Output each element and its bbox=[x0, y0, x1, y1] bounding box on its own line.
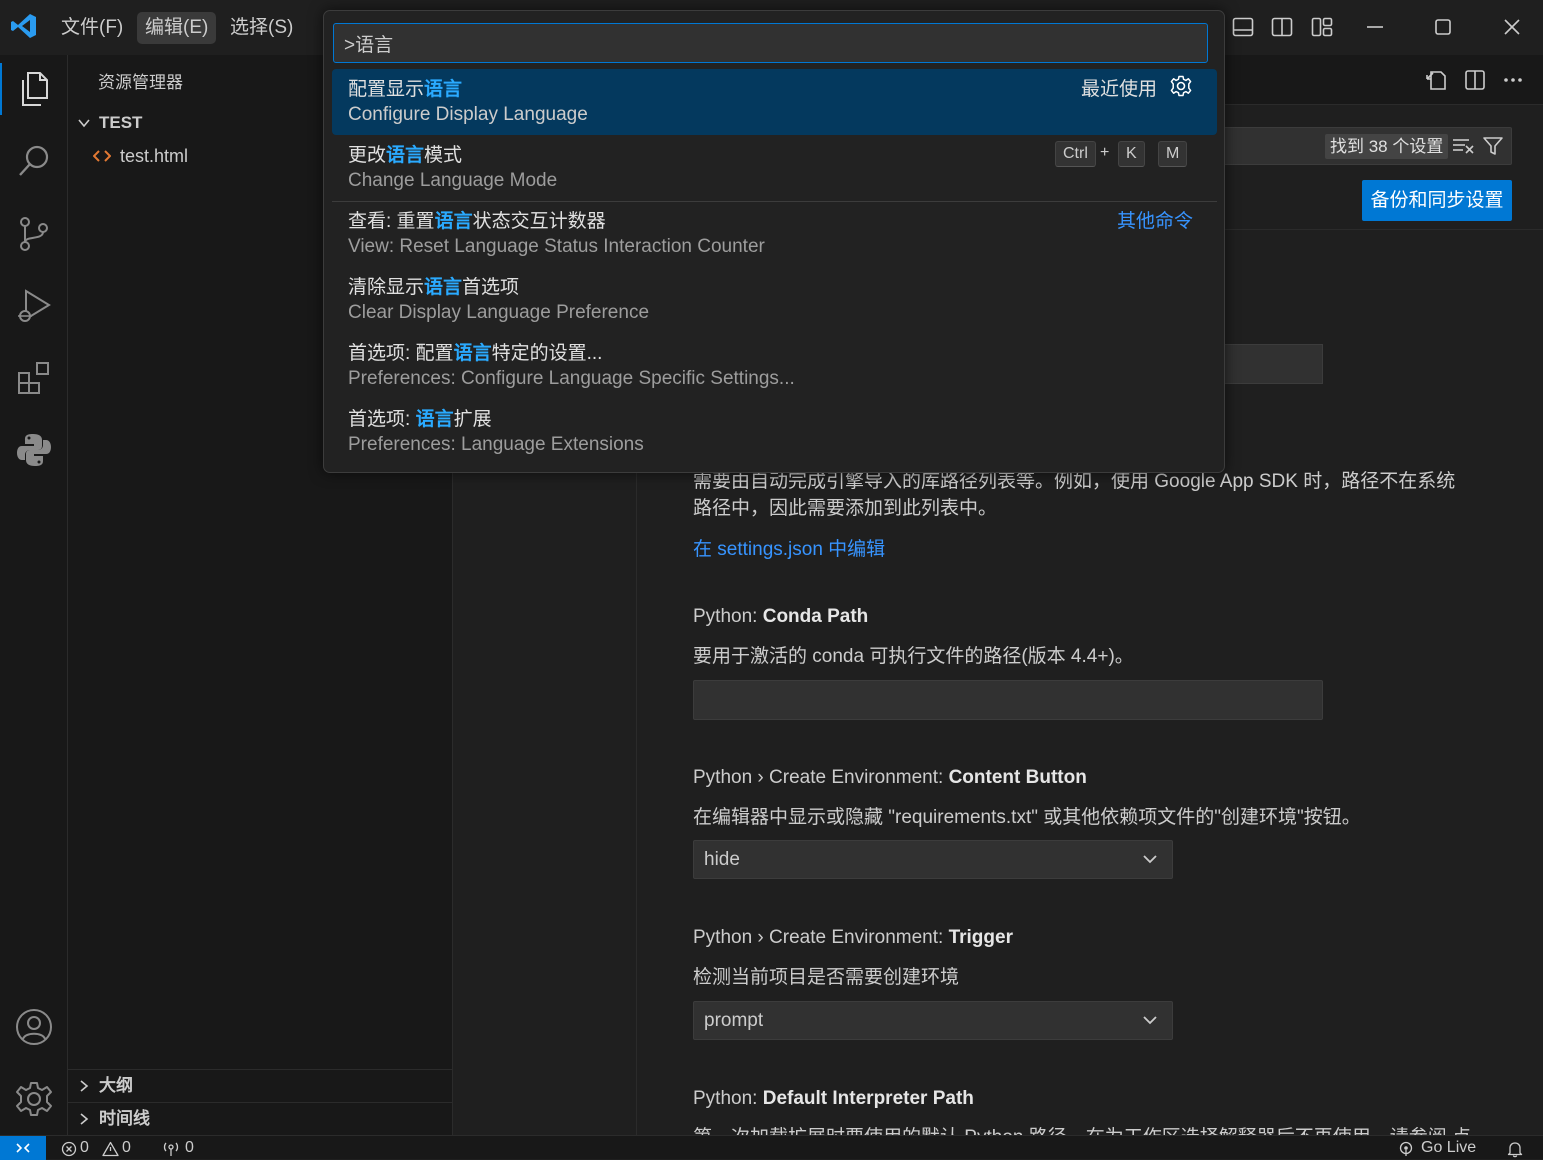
palette-item-label: 更改语言模式 bbox=[348, 145, 463, 166]
extra-paths-input-partial[interactable] bbox=[1215, 344, 1323, 384]
panel-outline-label: 大纲 bbox=[99, 1076, 133, 1095]
sidebar-title: 资源管理器 bbox=[98, 73, 183, 92]
configure-keybinding-gear-icon[interactable] bbox=[1170, 75, 1192, 97]
conda-path-input[interactable] bbox=[693, 680, 1323, 720]
panel-timeline-label: 时间线 bbox=[99, 1109, 150, 1128]
palette-item-configure-display-language[interactable]: 配置显示语言 Configure Display Language 最近使用 bbox=[332, 69, 1217, 135]
palette-item-label: 配置显示语言 bbox=[348, 79, 463, 100]
trigger-title: Python › Create Environment: Trigger bbox=[693, 927, 1013, 948]
palette-item-detail: Clear Display Language Preference bbox=[348, 302, 650, 323]
palette-item-language-specific-settings[interactable]: 首选项: 配置语言特定的设置... Preferences: Configure… bbox=[332, 333, 1217, 399]
palette-item-detail: Configure Display Language bbox=[348, 104, 588, 125]
explorer-icon[interactable] bbox=[12, 67, 56, 111]
panel-timeline[interactable]: 时间线 bbox=[68, 1102, 452, 1134]
extensions-icon[interactable] bbox=[12, 356, 56, 400]
palette-item-label: 首选项: 配置语言特定的设置... bbox=[348, 343, 603, 364]
manage-gear-icon[interactable] bbox=[12, 1077, 56, 1121]
ports-count[interactable]: 0 bbox=[185, 1139, 194, 1157]
clear-filter-icon[interactable] bbox=[1451, 136, 1475, 156]
source-control-icon[interactable] bbox=[12, 212, 56, 256]
menu-edit[interactable]: 编辑(E) bbox=[137, 12, 217, 44]
keybinding-m: M bbox=[1158, 141, 1188, 167]
error-count[interactable]: 0 bbox=[80, 1139, 89, 1157]
notifications-bell-icon[interactable] bbox=[1506, 1140, 1524, 1158]
palette-item-detail: Preferences: Configure Language Specific… bbox=[348, 368, 795, 389]
palette-item-language-extensions[interactable]: 首选项: 语言扩展 Preferences: Language Extensio… bbox=[332, 399, 1217, 465]
other-commands-label: 其他命令 bbox=[1117, 211, 1194, 232]
file-name: test.html bbox=[120, 146, 189, 166]
active-indicator bbox=[0, 63, 2, 115]
error-icon[interactable] bbox=[61, 1141, 77, 1157]
found-count-badge: 找到 38 个设置 bbox=[1325, 134, 1449, 159]
keybinding-k: K bbox=[1118, 141, 1145, 167]
palette-item-clear-display-language[interactable]: 清除显示语言首选项 Clear Display Language Prefere… bbox=[332, 267, 1217, 333]
folder-name: TEST bbox=[99, 113, 143, 132]
split-editor-icon[interactable] bbox=[1464, 69, 1486, 91]
default-interpreter-title: Python: Default Interpreter Path bbox=[693, 1088, 974, 1109]
palette-item-label: 清除显示语言首选项 bbox=[348, 277, 520, 298]
python-icon[interactable] bbox=[12, 428, 56, 472]
account-icon[interactable] bbox=[12, 1005, 56, 1049]
remote-indicator[interactable] bbox=[0, 1136, 46, 1160]
panel-outline[interactable]: 大纲 bbox=[68, 1069, 452, 1101]
keybinding-ctrl: Ctrl bbox=[1055, 141, 1096, 167]
chevron-down-icon bbox=[1142, 1014, 1158, 1026]
run-debug-icon[interactable] bbox=[12, 284, 56, 328]
status-bar: 0 0 0 Go Live bbox=[0, 1135, 1543, 1160]
warning-count[interactable]: 0 bbox=[122, 1139, 131, 1157]
palette-item-detail: Preferences: Language Extensions bbox=[348, 434, 644, 455]
toggle-panel-icon[interactable] bbox=[1232, 16, 1254, 38]
open-settings-json-icon[interactable] bbox=[1425, 69, 1449, 91]
chevron-down-icon bbox=[1142, 853, 1158, 865]
content-button-select[interactable]: hide bbox=[693, 840, 1173, 879]
content-button-title: Python › Create Environment: Content But… bbox=[693, 767, 1087, 788]
default-interpreter-desc: 第一次加载扩展时要使用的默认 Python 路径，在为工作区选择解释器后不再使用… bbox=[693, 1122, 1471, 1135]
maximize-icon[interactable] bbox=[1432, 16, 1454, 38]
vscode-logo-icon bbox=[10, 12, 38, 40]
palette-item-label: 首选项: 语言扩展 bbox=[348, 409, 492, 430]
trigger-select[interactable]: prompt bbox=[693, 1001, 1173, 1040]
keybinding-plus: + bbox=[1100, 144, 1110, 161]
content-button-value: hide bbox=[704, 849, 740, 870]
palette-item-label: 查看: 重置语言状态交互计数器 bbox=[348, 211, 606, 232]
search-icon[interactable] bbox=[12, 139, 56, 183]
menu-file[interactable]: 文件(F) bbox=[53, 12, 131, 44]
chevron-right-icon bbox=[77, 1112, 91, 1126]
chevron-down-icon bbox=[77, 116, 91, 130]
warning-icon[interactable] bbox=[102, 1141, 119, 1157]
conda-path-title: Python: Conda Path bbox=[693, 606, 869, 627]
go-live-label[interactable]: Go Live bbox=[1421, 1139, 1476, 1157]
more-actions-icon[interactable] bbox=[1502, 69, 1524, 91]
palette-item-detail: View: Reset Language Status Interaction … bbox=[348, 236, 765, 257]
filter-icon[interactable] bbox=[1482, 136, 1504, 156]
command-palette: 配置显示语言 Configure Display Language 最近使用 更… bbox=[323, 10, 1225, 473]
trigger-desc: 检测当前项目是否需要创建环境 bbox=[693, 967, 960, 988]
backup-sync-button[interactable]: 备份和同步设置 bbox=[1362, 180, 1512, 221]
content-button-desc: 在编辑器中显示或隐藏 "requirements.txt" 或其他依赖项文件的"… bbox=[693, 807, 1361, 828]
extra-paths-desc-line2: 路径中，因此需要添加到此列表中。 bbox=[693, 498, 998, 519]
close-icon[interactable] bbox=[1501, 16, 1523, 38]
minimize-icon[interactable] bbox=[1364, 16, 1386, 38]
conda-path-desc: 要用于激活的 conda 可执行文件的路径(版本 4.4+)。 bbox=[693, 646, 1134, 667]
menu-selection[interactable]: 选择(S) bbox=[222, 12, 301, 44]
go-live-icon[interactable] bbox=[1398, 1141, 1414, 1157]
command-palette-input[interactable] bbox=[333, 23, 1208, 63]
recently-used-label: 最近使用 bbox=[1081, 79, 1158, 100]
activity-bar bbox=[0, 55, 68, 1135]
chevron-right-icon bbox=[77, 1079, 91, 1093]
palette-item-detail: Change Language Mode bbox=[348, 170, 558, 191]
toggle-sidebar-icon[interactable] bbox=[1271, 16, 1293, 38]
trigger-value: prompt bbox=[704, 1010, 764, 1031]
customize-layout-icon[interactable] bbox=[1311, 16, 1333, 38]
edit-in-settings-json-link[interactable]: 在 settings.json 中编辑 bbox=[693, 534, 885, 561]
default-interpreter-desc-clip: 第一次加载扩展时要使用的默认 Python 路径，在为工作区选择解释器后不再使用… bbox=[693, 1122, 1493, 1135]
ports-icon[interactable] bbox=[162, 1141, 180, 1157]
palette-item-reset-language-status[interactable]: 查看: 重置语言状态交互计数器 View: Reset Language Sta… bbox=[332, 201, 1217, 267]
html-file-icon bbox=[93, 149, 111, 163]
